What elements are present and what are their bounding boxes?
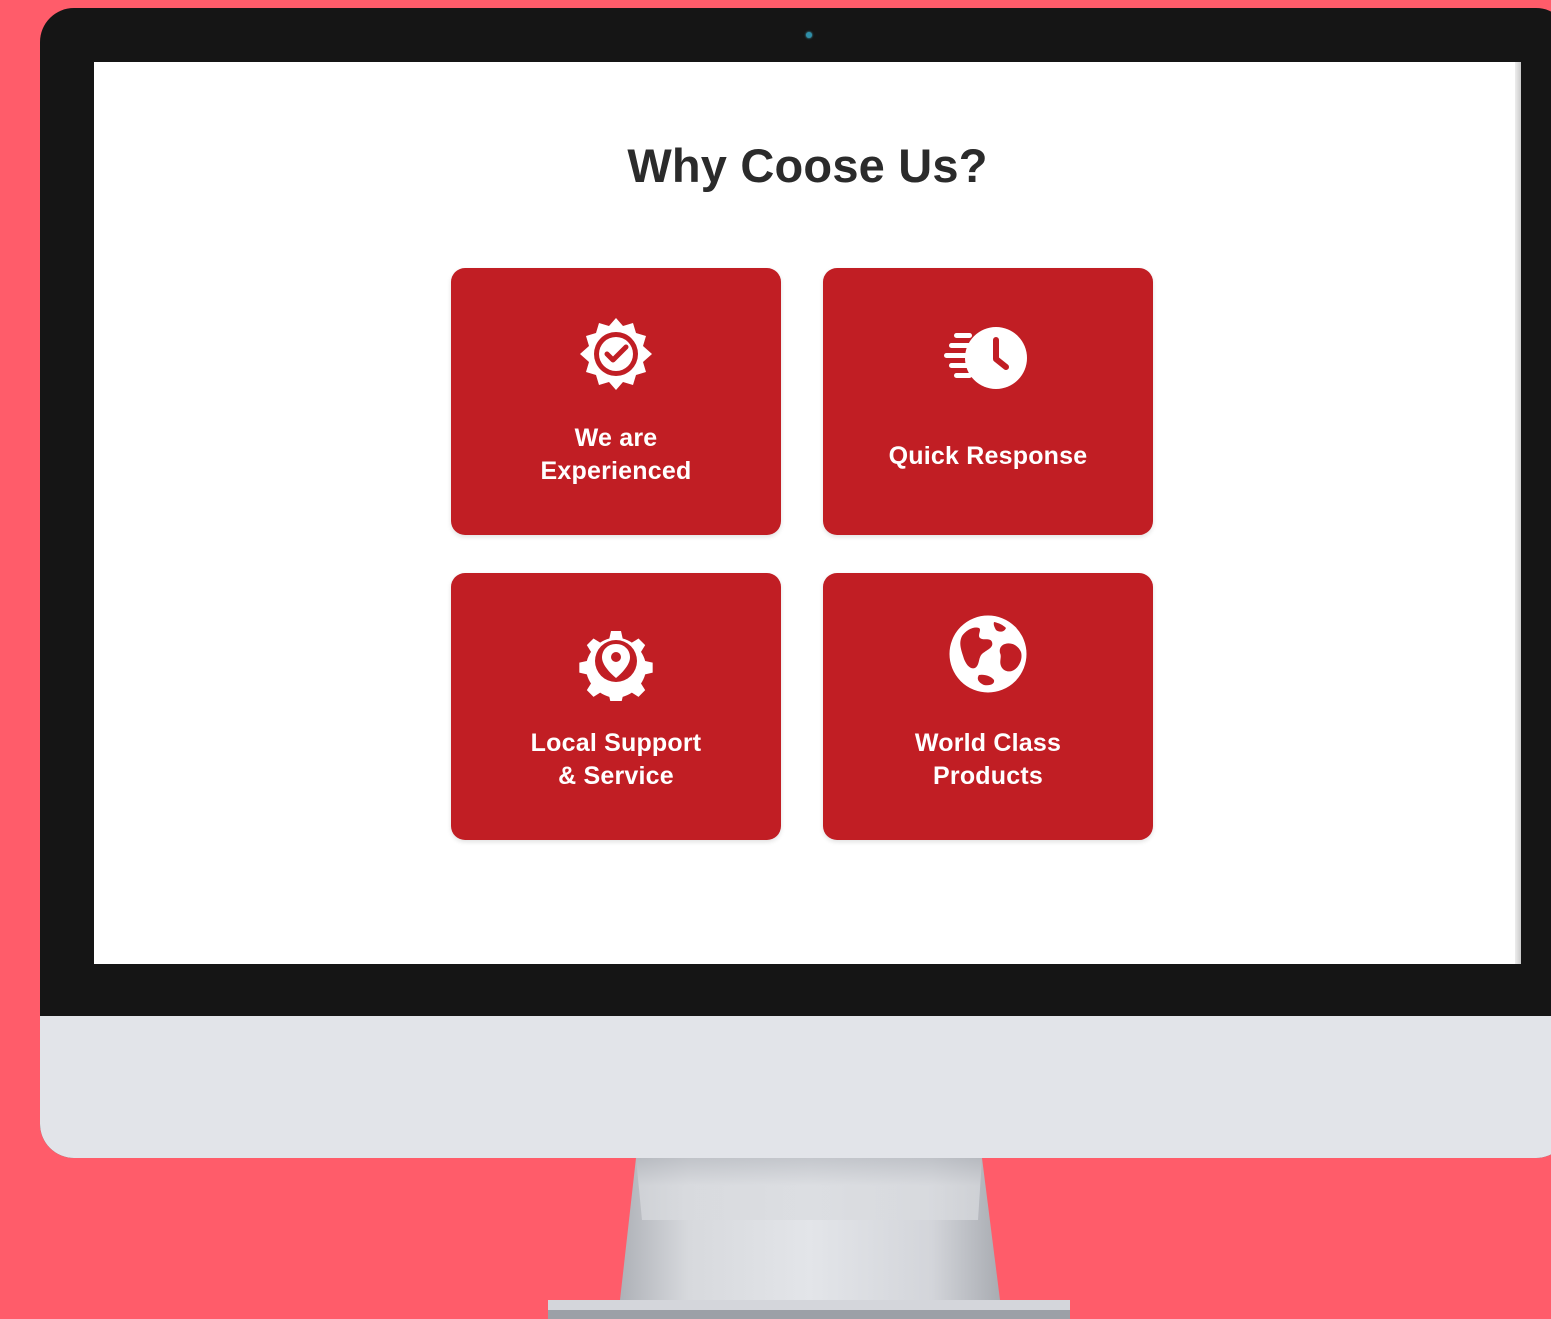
card-label: World Class Products — [914, 729, 1062, 790]
page-title: Why Coose Us? — [627, 139, 988, 192]
feature-card-world-class[interactable]: World Class Products — [823, 573, 1153, 840]
gear-location-icon — [579, 631, 653, 701]
monitor-chin — [40, 1016, 1551, 1158]
monitor-frame: Why Coose Us? We are Experienced Quick R… — [40, 8, 1551, 1158]
camera-dot — [806, 32, 812, 38]
badge-check-icon — [580, 318, 652, 390]
screen: Why Coose Us? We are Experienced Quick R… — [94, 62, 1521, 964]
globe-icon — [949, 615, 1027, 693]
card-label: Quick Response — [888, 442, 1088, 470]
screen-edge — [1515, 62, 1521, 964]
feature-card-local-support[interactable]: Local Support & Service — [451, 573, 781, 840]
card-label: Local Support & Service — [530, 729, 702, 790]
feature-card-experienced[interactable]: We are Experienced — [451, 268, 781, 535]
card-label: We are Experienced — [540, 424, 692, 485]
feature-card-quick-response[interactable]: Quick Response — [823, 268, 1153, 535]
fast-clock-icon — [944, 327, 1027, 389]
